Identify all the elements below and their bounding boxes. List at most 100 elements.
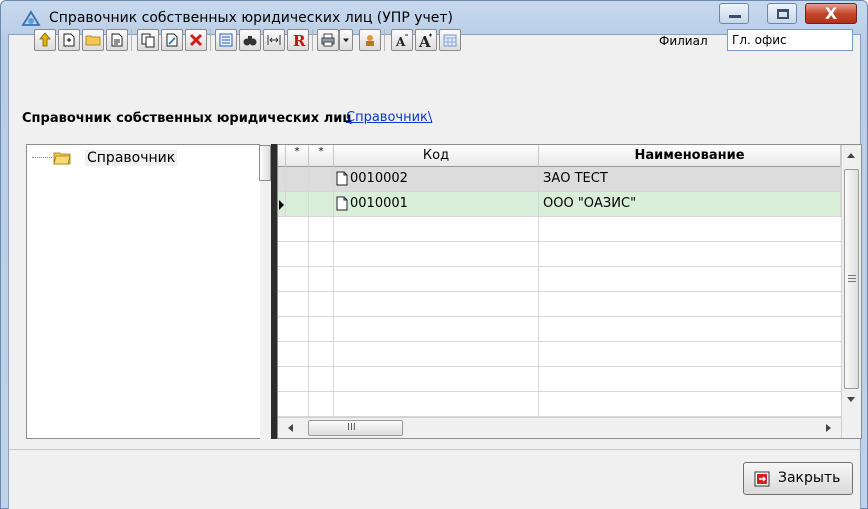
find-button[interactable] — [239, 29, 261, 51]
svg-text:A: A — [395, 35, 406, 48]
row-indicator-cell — [278, 167, 286, 192]
name-cell[interactable]: ООО "ОАЗИС" — [539, 192, 841, 217]
report-r-icon: R — [293, 32, 306, 48]
font-increase-icon: A — [418, 33, 432, 48]
close-window-button[interactable]: X — [805, 3, 857, 24]
empty-row — [278, 317, 841, 342]
svg-text:R: R — [293, 32, 306, 48]
print-dropdown-button[interactable] — [339, 29, 353, 51]
empty-cell — [334, 267, 539, 292]
empty-cell — [309, 392, 334, 417]
new-folder-icon — [85, 35, 101, 46]
empty-row — [278, 367, 841, 392]
fit-width-icon — [267, 35, 281, 45]
delete-button[interactable] — [185, 29, 207, 51]
font-decrease-icon: A — [395, 34, 408, 48]
refresh-up-icon — [39, 32, 51, 47]
grid-header: * * Код Наименование — [278, 145, 841, 167]
table-row[interactable]: 0010001 ООО "ОАЗИС" — [278, 192, 841, 217]
maximize-icon — [777, 9, 789, 19]
code-value: 0010002 — [350, 171, 408, 186]
calendar-button[interactable] — [439, 29, 461, 51]
table-row[interactable]: 0010002 ЗАО ТЕСТ — [278, 167, 841, 192]
folder-tree[interactable] — [26, 144, 273, 439]
document-icon — [336, 171, 348, 186]
new-record-icon — [63, 33, 75, 47]
fit-width-button[interactable] — [263, 29, 285, 51]
refresh-button[interactable] — [34, 29, 56, 51]
copy-button[interactable] — [137, 29, 159, 51]
code-cell[interactable]: 0010002 — [334, 167, 539, 192]
empty-cell — [309, 342, 334, 367]
toolbar-separator — [210, 29, 211, 51]
code-cell[interactable]: 0010001 — [334, 192, 539, 217]
exit-icon — [754, 471, 770, 487]
empty-cell — [309, 267, 334, 292]
tools-icon — [366, 35, 374, 46]
delete-icon — [189, 33, 203, 47]
toolbar-separator — [131, 29, 132, 51]
empty-cell — [286, 292, 309, 317]
branch-field[interactable]: Гл. офис — [727, 29, 853, 51]
tree-connector — [32, 157, 52, 158]
calendar-icon — [443, 34, 457, 47]
app-icon — [21, 10, 41, 26]
print-button[interactable] — [317, 29, 339, 51]
folder-icon — [53, 152, 71, 165]
column-header-star-1[interactable]: * — [286, 145, 309, 167]
scroll-down-icon[interactable] — [847, 397, 855, 402]
horizontal-scroll-thumb[interactable]: III — [308, 420, 403, 436]
vertical-scroll-thumb[interactable] — [844, 169, 859, 389]
scroll-left-icon[interactable] — [288, 424, 293, 432]
column-header-code[interactable]: Код — [334, 145, 539, 167]
page-title: Справочник собственных юридических лиц — [22, 111, 352, 126]
window-title: Справочник собственных юридических лиц (… — [49, 10, 453, 26]
empty-cell — [286, 342, 309, 367]
find-binoculars-icon — [243, 36, 257, 46]
star-cell — [286, 192, 309, 217]
print-icon — [321, 33, 335, 47]
column-header-name[interactable]: Наименование — [539, 145, 841, 167]
scroll-right-icon[interactable] — [826, 424, 831, 432]
minimize-button[interactable] — [719, 3, 749, 24]
column-header-star-2[interactable]: * — [309, 145, 334, 167]
tree-item-root[interactable]: Справочник — [85, 150, 178, 166]
empty-cell — [334, 317, 539, 342]
maximize-button[interactable] — [767, 3, 797, 24]
list-view-button[interactable] — [215, 29, 237, 51]
close-button-label: Закрыть — [778, 470, 841, 486]
empty-cell — [309, 317, 334, 342]
report-button[interactable]: R — [287, 29, 309, 51]
empty-cell — [309, 217, 334, 242]
tools-button[interactable] — [359, 29, 381, 51]
edit-record-icon — [111, 33, 123, 47]
empty-cell — [286, 267, 309, 292]
horizontal-scrollbar[interactable]: III — [278, 417, 841, 438]
row-indicator-cell — [278, 192, 286, 217]
vertical-scrollbar[interactable] — [841, 145, 861, 438]
empty-cell — [309, 242, 334, 267]
empty-cell — [334, 367, 539, 392]
edit-form-button[interactable] — [161, 29, 183, 51]
records-grid[interactable]: * * Код Наименование 0010002 ЗАО ТЕСТ 00… — [277, 144, 862, 439]
new-folder-button[interactable] — [82, 29, 104, 51]
grip-icon — [848, 275, 856, 282]
empty-cell — [334, 217, 539, 242]
close-button[interactable]: Закрыть — [743, 462, 853, 495]
font-increase-button[interactable]: A — [415, 29, 437, 51]
font-decrease-button[interactable]: A — [391, 29, 413, 51]
star-cell — [286, 167, 309, 192]
empty-cell — [286, 392, 309, 417]
empty-row — [278, 392, 841, 417]
scroll-up-icon[interactable] — [847, 153, 855, 158]
edit-record-button[interactable] — [106, 29, 128, 51]
current-row-marker-icon — [279, 200, 284, 210]
toolbar-separator — [312, 29, 313, 51]
toolbar-separator — [384, 29, 385, 51]
name-cell[interactable]: ЗАО ТЕСТ — [539, 167, 841, 192]
breadcrumb-link[interactable]: Справочник\ — [346, 110, 432, 125]
empty-row — [278, 342, 841, 367]
empty-cell — [286, 367, 309, 392]
splitter-collapse-handle[interactable] — [259, 145, 271, 181]
new-record-button[interactable] — [58, 29, 80, 51]
